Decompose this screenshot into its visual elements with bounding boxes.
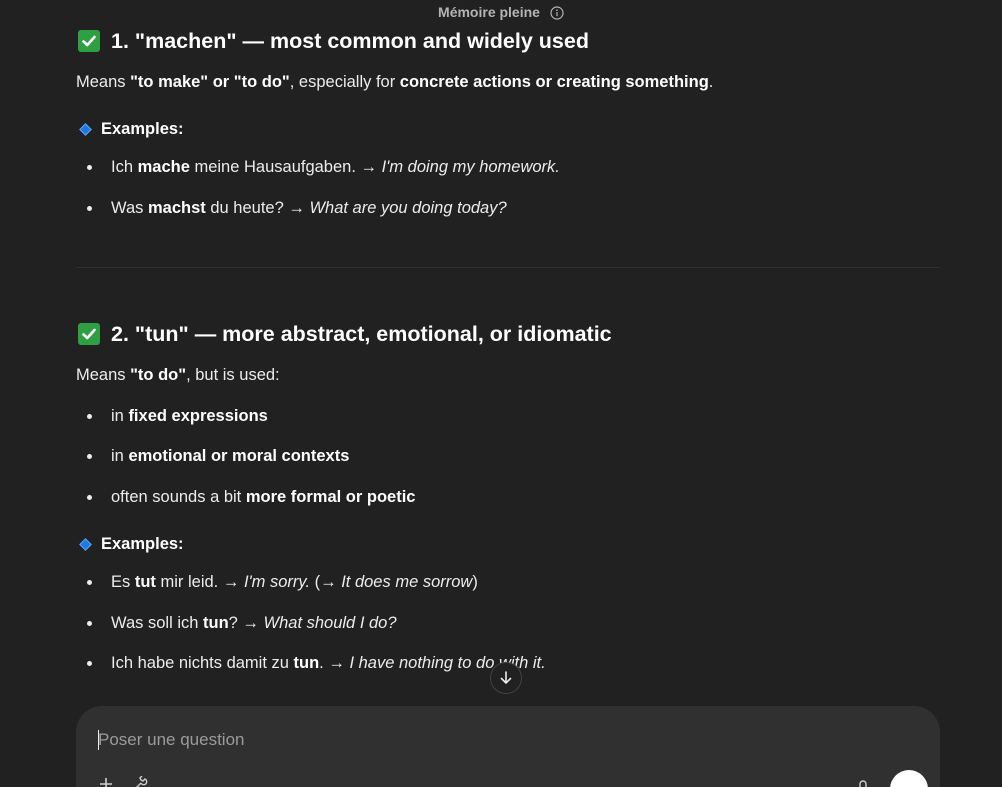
list-item: Ich mache meine Hausaufgaben. → I'm doin… — [76, 155, 940, 179]
list-item: Es tut mir leid. → I'm sorry. (→ It does… — [76, 570, 940, 594]
list-item: Was soll ich tun? → What should I do? — [76, 611, 940, 635]
prompt-input[interactable] — [98, 728, 878, 752]
message-composer — [76, 706, 940, 787]
tun-examples-list: Es tut mir leid. → I'm sorry. (→ It does… — [76, 570, 940, 675]
top-bar: Mémoire pleine — [0, 0, 1002, 24]
tun-description: Means "to do", but is used: — [76, 366, 280, 384]
section-heading-machen: 1. "machen" — most common and widely use… — [76, 26, 589, 56]
memory-status-label: Mémoire pleine — [438, 4, 540, 20]
tun-uses-list: in fixed expressions in emotional or mor… — [76, 404, 940, 509]
plus-icon[interactable] — [98, 776, 114, 787]
examples-heading: Examples: — [76, 532, 184, 556]
composer-tools — [98, 776, 150, 787]
machen-description: Means "to make" or "to do", especially f… — [76, 73, 714, 91]
list-item: in fixed expressions — [76, 404, 940, 428]
blue-diamond-icon — [79, 537, 92, 551]
machen-examples-list: Ich mache meine Hausaufgaben. → I'm doin… — [76, 155, 940, 179]
tools-icon[interactable] — [132, 776, 150, 787]
chat-page: Mémoire pleine 1. "machen" — most common… — [0, 0, 1002, 787]
info-icon[interactable] — [550, 5, 564, 20]
machen-examples-list-2: Was machst du heute? → What are you doin… — [76, 196, 940, 220]
list-item: often sounds a bit more formal or poetic — [76, 485, 940, 509]
examples-heading: Examples: — [76, 117, 184, 141]
section-divider — [76, 267, 940, 268]
voice-mode-button[interactable] — [890, 770, 928, 787]
list-item: in emotional or moral contexts — [76, 444, 940, 468]
list-item: Was machst du heute? → What are you doin… — [76, 196, 940, 220]
microphone-icon[interactable] — [856, 780, 870, 787]
check-mark-icon — [78, 30, 100, 52]
check-mark-icon — [78, 323, 100, 345]
blue-diamond-icon — [79, 122, 92, 136]
scroll-to-bottom-button[interactable] — [490, 662, 522, 694]
section-heading-tun: 2. "tun" — more abstract, emotional, or … — [76, 319, 612, 349]
arrow-down-icon — [500, 671, 512, 684]
text-caret — [98, 730, 99, 750]
